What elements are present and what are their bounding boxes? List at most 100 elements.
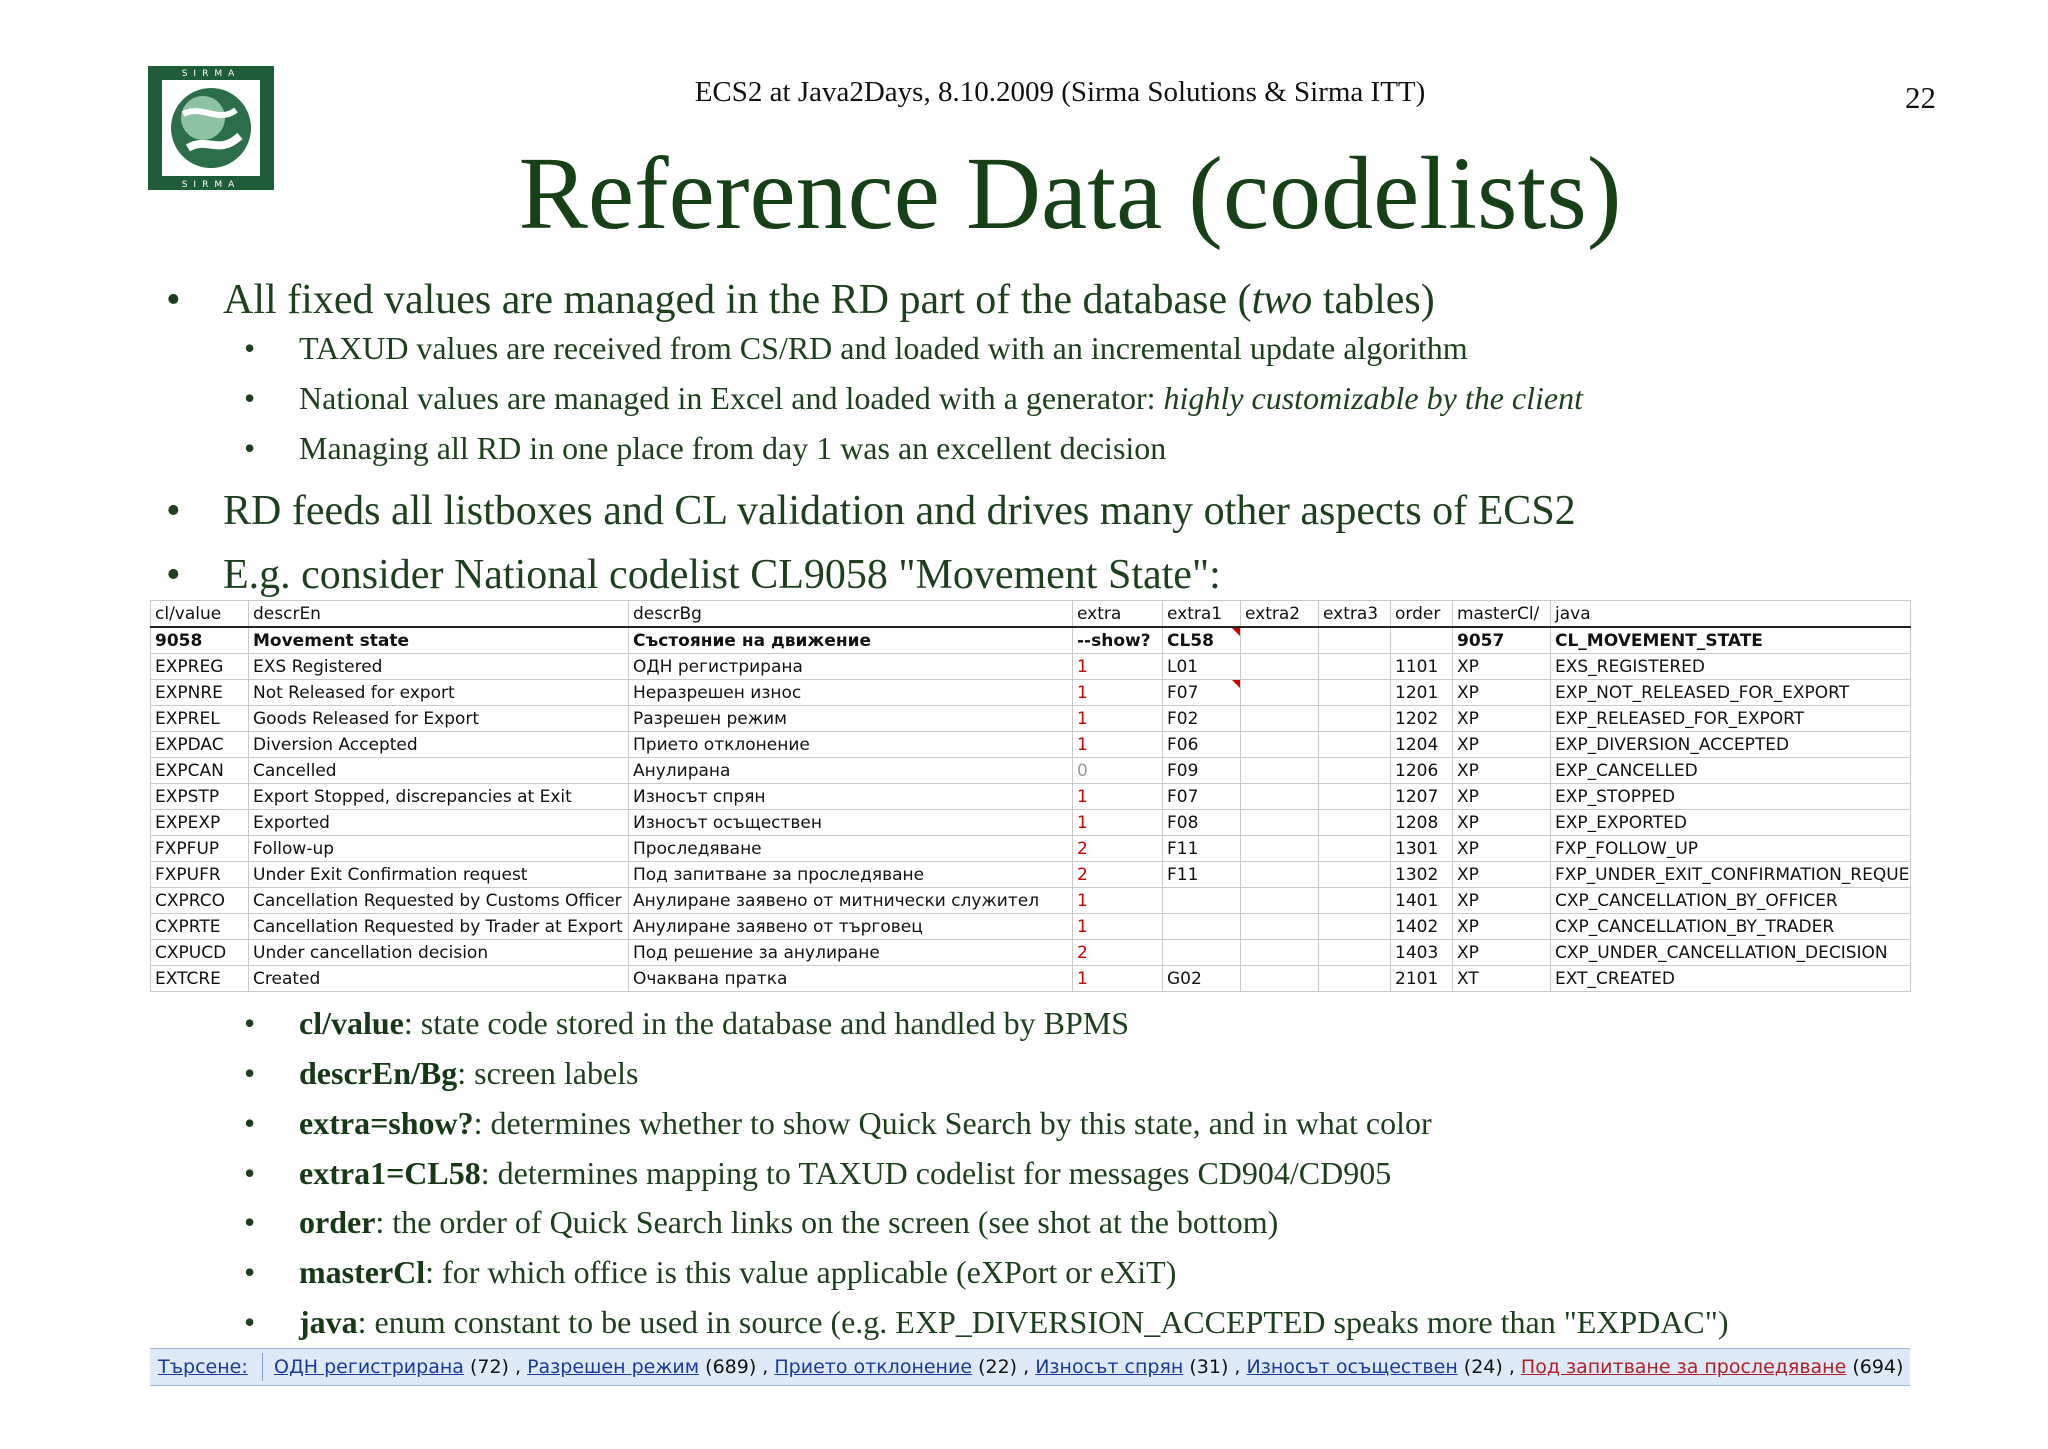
table-cell: Състояние на движение xyxy=(628,626,1073,654)
bullet-text: descrEn/Bg: screen labels xyxy=(299,1055,638,1092)
table-cell: EXPDAC xyxy=(150,731,249,758)
bullet-text: order: the order of Quick Search links o… xyxy=(299,1204,1278,1241)
table-cell: EXP_NOT_RELEASED_FOR_EXPORT xyxy=(1550,679,1911,706)
field-term: extra=show? xyxy=(299,1105,474,1141)
table-cell: CXPRCO xyxy=(150,887,249,914)
bullet-dot: • xyxy=(244,1304,256,1340)
table-cell: 1 xyxy=(1072,913,1163,940)
quick-search-count: (31) xyxy=(1183,1356,1229,1378)
quick-search-link[interactable]: Прието отклонение xyxy=(774,1356,972,1378)
table-cell: CXP_CANCELLATION_BY_TRADER xyxy=(1550,913,1911,940)
table-row: CXPUCD Under cancellation decision Под реш… xyxy=(150,939,1911,966)
slide-header: ECS2 at Java2Days, 8.10.2009 (Sirma Solu… xyxy=(694,76,1426,108)
quick-search-links: ОДН регистрирана (72) , Разрешен режим (… xyxy=(274,1349,1903,1385)
table-cell: CXP_UNDER_CANCELLATION_DECISION xyxy=(1550,939,1911,966)
column-header: order xyxy=(1390,600,1453,628)
table-cell xyxy=(1318,939,1391,966)
table-row: EXPEXP Exported Износът осъществен 1 F08 1208… xyxy=(150,809,1911,836)
field-description: : state code stored in the database and … xyxy=(403,1005,1130,1041)
quick-search-link[interactable]: Износът осъществен xyxy=(1247,1356,1458,1378)
bullet-dot: • xyxy=(244,1055,256,1091)
field-term: masterCl xyxy=(299,1254,426,1290)
table-cell xyxy=(1318,835,1391,862)
table-row: FXPFUP Follow-up Проследяване 2 F11 1301 XP FXP… xyxy=(150,835,1911,862)
quick-search-link[interactable]: ОДН регистрирана xyxy=(274,1356,464,1378)
table-cell: F09 xyxy=(1162,757,1241,784)
table-row: EXPREL Goods Released for Export Разрешен … xyxy=(150,705,1911,732)
field-description: : screen labels xyxy=(457,1055,639,1091)
table-cell: EXS Registered xyxy=(248,653,629,680)
table-cell: Анулирана xyxy=(628,757,1073,784)
column-header: descrBg xyxy=(628,600,1073,628)
bullet-text: extra1=CL58: determines mapping to TAXUD… xyxy=(299,1155,1391,1192)
table-cell xyxy=(1318,757,1391,784)
table-cell: XT xyxy=(1452,965,1551,992)
quick-search-link[interactable]: Разрешен режим xyxy=(527,1356,699,1378)
table-cell: XP xyxy=(1452,887,1551,914)
quick-search-label[interactable]: Търсене: xyxy=(158,1349,248,1385)
field-term: cl/value xyxy=(299,1005,404,1041)
bullet-dot: • xyxy=(244,330,256,366)
table-cell xyxy=(1318,809,1391,836)
table-cell: XP xyxy=(1452,679,1551,706)
field-term: extra1=CL58 xyxy=(299,1155,481,1191)
table-cell: 0 xyxy=(1072,757,1163,784)
table-cell: ОДН регистрирана xyxy=(628,653,1073,680)
table-cell: F08 xyxy=(1162,809,1241,836)
table-row: EXPCAN Cancelled Анулирана 0 F09 1206 XP EXP_CA… xyxy=(150,757,1911,784)
field-term: descrEn/Bg xyxy=(299,1055,458,1091)
table-row: CXPRCO Cancellation Requested by Customs … xyxy=(150,887,1911,914)
table-cell: --show? xyxy=(1072,626,1163,654)
table-cell xyxy=(1240,626,1319,654)
bullet-dot: • xyxy=(244,1005,256,1041)
table-cell: XP xyxy=(1452,861,1551,888)
table-cell: F11 xyxy=(1162,835,1241,862)
table-cell: Cancelled xyxy=(248,757,629,784)
table-cell: 9057 xyxy=(1452,626,1551,654)
bullet-dot: • xyxy=(244,430,256,466)
table-cell: XP xyxy=(1452,653,1551,680)
quick-search-count: (689) xyxy=(699,1356,757,1378)
table-cell: 2 xyxy=(1072,861,1163,888)
sirma-logo: SIRMA SIRMA xyxy=(148,66,274,190)
column-header: extra1 xyxy=(1162,600,1241,628)
field-term: java xyxy=(299,1304,358,1340)
table-cell: XP xyxy=(1452,705,1551,732)
table-cell: XP xyxy=(1452,783,1551,810)
table-cell: EXPREL xyxy=(150,705,249,732)
table-cell: Прието отклонение xyxy=(628,731,1073,758)
table-cell: EXP_EXPORTED xyxy=(1550,809,1911,836)
table-row: FXPUFR Under Exit Confirmation request Под… xyxy=(150,861,1911,888)
quick-search-link[interactable]: Износът спрян xyxy=(1035,1356,1183,1378)
table-cell xyxy=(1318,653,1391,680)
bullet-dot: • xyxy=(244,1155,256,1191)
table-cell xyxy=(1240,705,1319,732)
table-cell: Анулиране заявено от търговец xyxy=(628,913,1073,940)
table-cell: 1204 xyxy=(1390,731,1453,758)
table-cell: Разрешен режим xyxy=(628,705,1073,732)
table-cell xyxy=(1240,887,1319,914)
table-cell: XP xyxy=(1452,731,1551,758)
field-description: : the order of Quick Search links on the… xyxy=(375,1204,1279,1240)
table-cell: Created xyxy=(248,965,629,992)
field-description: : determines whether to show Quick Searc… xyxy=(473,1105,1432,1141)
quick-search-count: (694) xyxy=(1846,1356,1904,1378)
table-cell: 1402 xyxy=(1390,913,1453,940)
field-term: order xyxy=(299,1204,376,1240)
svg-text:SIRMA: SIRMA xyxy=(182,180,241,190)
table-cell: CXPRTE xyxy=(150,913,249,940)
table-cell: G02 xyxy=(1162,965,1241,992)
link-separator: , xyxy=(508,1356,528,1378)
table-cell: 2 xyxy=(1072,939,1163,966)
bullet-text: E.g. consider National codelist CL9058 "… xyxy=(223,552,1221,598)
table-cell: F02 xyxy=(1162,705,1241,732)
quick-search-count: (22) xyxy=(972,1356,1018,1378)
codelist-table: cl/value descrEn descrBg extra extra1 extra2 e… xyxy=(150,600,1911,992)
table-row: EXTCRE Created Очаквана пратка 1 G02 2101 XT EX… xyxy=(150,965,1911,992)
quick-search-link[interactable]: Под запитване за проследяване xyxy=(1521,1356,1846,1378)
table-row: 9058 Movement state Състояние на движение -… xyxy=(150,626,1911,654)
table-cell xyxy=(1240,939,1319,966)
bullet-text: Managing all RD in one place from day 1 … xyxy=(299,430,1167,466)
table-row: EXPDAC Diversion Accepted Прието отклонени… xyxy=(150,731,1911,758)
table-cell: Проследяване xyxy=(628,835,1073,862)
